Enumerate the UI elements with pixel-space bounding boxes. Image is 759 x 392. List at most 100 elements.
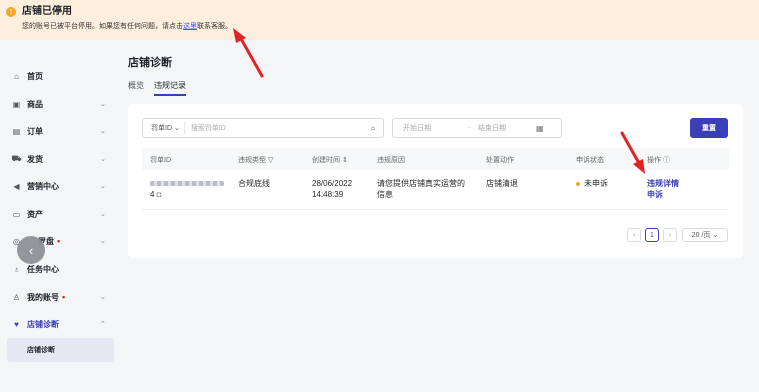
sidebar-item-assets[interactable]: ▭ 资产 ⌄ <box>0 204 120 224</box>
ticket-id-cell: 4 ◘ <box>150 178 224 200</box>
sidebar-item-label: 首页 <box>27 71 43 81</box>
home-icon: ⌂ <box>14 71 19 81</box>
sidebar-item-label: 商品 <box>27 99 43 109</box>
search-icon[interactable]: ⌕ <box>363 123 383 134</box>
column-header: 罚单ID <box>150 157 171 164</box>
select-value: 罚单ID <box>151 125 172 132</box>
product-icon: ▣ <box>12 99 21 109</box>
sidebar-item-label: 任务中心 <box>27 264 59 274</box>
filter-icon[interactable]: ▽ <box>268 157 273 164</box>
sidebar-item-home[interactable]: ⌂ 首页 <box>0 66 120 86</box>
table-row: 4 ◘ 合规底线 28/06/2022 14:48:39 请您提供店铺真实运营的… <box>142 170 729 210</box>
date-separator: - <box>468 124 471 132</box>
info-icon[interactable]: ⓘ <box>663 157 670 164</box>
tab-overview[interactable]: 概览 <box>128 80 144 96</box>
status-dot <box>576 181 580 186</box>
appeal-status-cell: 未申诉 <box>576 178 608 189</box>
notification-dot: • <box>62 291 66 302</box>
chevron-down-icon: ⌄ <box>100 156 106 163</box>
prev-page-button[interactable]: ‹ <box>627 228 641 242</box>
back-arrow-icon[interactable]: ‹ <box>17 236 45 264</box>
sidebar-item-orders[interactable]: ▤ 订单 ⌄ <box>0 121 120 141</box>
page-size-select[interactable]: 20 /页 ⌄ <box>682 228 728 242</box>
column-header: 违规类型 <box>238 157 266 164</box>
redacted-id <box>150 181 224 187</box>
banner-desc-text: 您的账号已被平台停用。如果您有任何问题，请点击 <box>22 23 183 30</box>
created-time: 14:48:39 <box>312 190 344 199</box>
chevron-down-icon: ⌄ <box>100 128 106 135</box>
sidebar: ⌂ 首页 ▣ 商品 ⌄ ▤ 订单 ⌄ ⛟ 发货 ⌄ ◀ 营销中心 ⌄ ▭ 资产 … <box>0 58 120 392</box>
chevron-down-icon: ⌄ <box>100 238 106 245</box>
created-time-cell: 28/06/2022 14:48:39 <box>312 178 352 200</box>
sidebar-item-account[interactable]: ♙ 我的账号 • ⌄ <box>0 287 120 307</box>
sidebar-item-tasks[interactable]: ♁ 任务中心 <box>0 259 120 279</box>
start-date-input[interactable]: 开始日期 <box>393 123 468 133</box>
column-header: 创建时间 <box>312 157 340 164</box>
banner-description: 您的账号已被平台停用。如果您有任何问题，请点击这里联系客服。 <box>22 21 232 31</box>
tab-bar: 概览 违规记录 <box>128 80 186 96</box>
next-page-button[interactable]: › <box>663 228 677 242</box>
sidebar-item-label: 订单 <box>27 126 43 136</box>
chevron-down-icon: ⌄ <box>100 101 106 108</box>
reset-button[interactable]: 重置 <box>690 118 728 138</box>
wallet-icon: ▭ <box>12 209 21 219</box>
action-cell: 店铺清退 <box>486 179 518 188</box>
tab-violation-records[interactable]: 违规记录 <box>154 80 186 96</box>
violation-reason-cell: 请您提供店铺真实运营的 信息 <box>377 178 465 200</box>
account-icon: ♙ <box>12 292 21 302</box>
date-range-picker[interactable]: 开始日期 - 结束日期 ▦ <box>392 118 562 138</box>
operations-cell: 违规详情 申诉 <box>647 178 679 200</box>
column-header: 违规原因 <box>377 157 405 164</box>
sidebar-item-label: 发货 <box>27 154 43 164</box>
order-icon: ▤ <box>12 126 21 136</box>
notification-dot: • <box>57 235 61 246</box>
diagnosis-icon: ♥ <box>14 319 19 329</box>
sort-icon[interactable]: ⇕ <box>342 157 348 164</box>
banner-desc-suffix: 联系客服。 <box>197 23 232 30</box>
contact-support-link[interactable]: 这里 <box>183 23 197 30</box>
page-title: 店铺诊断 <box>128 57 172 69</box>
sidebar-item-marketing[interactable]: ◀ 营销中心 ⌄ <box>0 176 120 196</box>
sidebar-item-label: 营销中心 <box>27 181 59 191</box>
appeal-link[interactable]: 申诉 <box>647 189 679 200</box>
warning-icon: ! <box>6 7 16 17</box>
sidebar-item-text: 我的账号 <box>27 292 59 302</box>
column-header: 处置动作 <box>486 157 514 164</box>
violation-type-cell: 合规底线 <box>238 179 270 188</box>
ticket-id-select[interactable]: 罚单ID ⌄ <box>143 122 185 134</box>
column-header-type[interactable]: 违规类型 ▽ <box>238 155 273 165</box>
created-date: 28/06/2022 <box>312 179 353 188</box>
column-header-created[interactable]: 创建时间 ⇕ <box>312 155 348 165</box>
chevron-down-icon: ⌄ <box>100 294 106 301</box>
shipping-icon: ⛟ <box>11 154 22 163</box>
calendar-icon: ▦ <box>536 123 544 133</box>
sidebar-item-products[interactable]: ▣ 商品 ⌄ <box>0 94 120 114</box>
suspension-banner: ! 店铺已停用 您的账号已被平台停用。如果您有任何问题，请点击这里联系客服。 <box>0 0 759 40</box>
ticket-id-search: 罚单ID ⌄ 搜索罚单ID ⌕ <box>142 118 384 138</box>
column-header: 申诉状态 <box>576 157 604 164</box>
sidebar-item-label: 资产 <box>27 209 43 219</box>
violation-details-link[interactable]: 违规详情 <box>647 178 679 189</box>
sidebar-subitem-diagnosis[interactable]: 店铺诊断 <box>7 338 114 362</box>
ticket-id-input[interactable]: 搜索罚单ID <box>185 123 363 133</box>
marketing-icon: ◀ <box>13 181 20 191</box>
end-date-input[interactable]: 结束日期 <box>478 123 536 133</box>
chevron-up-icon: ⌃ <box>100 321 106 328</box>
reason-line: 信息 <box>377 190 393 199</box>
task-icon: ♁ <box>13 264 20 274</box>
column-header-operations: 操作 ⓘ <box>647 155 670 165</box>
sidebar-item-label: 店铺诊断 <box>27 319 59 329</box>
banner-title: 店铺已停用 <box>22 6 72 17</box>
status-text: 未申诉 <box>584 179 608 188</box>
table-header: 罚单ID 违规类型 ▽ 创建时间 ⇕ 违规原因 处置动作 申诉状态 操作 ⓘ <box>142 148 729 170</box>
column-header: 操作 <box>647 157 661 164</box>
chevron-down-icon: ⌄ <box>100 183 106 190</box>
sidebar-item-diagnosis[interactable]: ♥ 店铺诊断 ⌃ <box>0 314 120 334</box>
violation-records-card: 罚单ID ⌄ 搜索罚单ID ⌕ 开始日期 - 结束日期 ▦ 重置 罚单ID 违规… <box>128 104 743 258</box>
page-size-value: 20 /页 <box>691 232 711 239</box>
reason-line: 请您提供店铺真实运营的 <box>377 179 465 188</box>
sidebar-item-shipping[interactable]: ⛟ 发货 ⌄ <box>0 149 120 169</box>
sidebar-item-label: 我的账号 • <box>27 292 65 303</box>
page-number-button[interactable]: 1 <box>645 228 659 242</box>
chevron-down-icon: ⌄ <box>100 211 106 218</box>
